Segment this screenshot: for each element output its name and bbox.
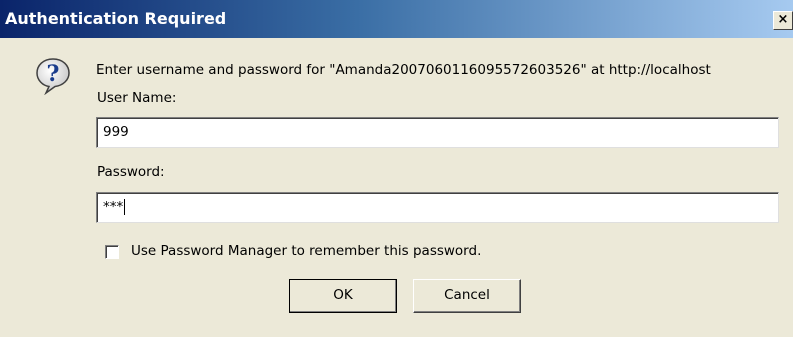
username-value: 999 (103, 124, 129, 140)
username-input[interactable]: 999 (96, 117, 779, 148)
username-label: User Name: (97, 90, 177, 106)
ok-button[interactable]: OK (289, 279, 397, 313)
close-icon: × (777, 12, 789, 27)
auth-prompt: Enter username and password for "Amanda2… (96, 62, 711, 78)
cancel-button[interactable]: Cancel (413, 279, 521, 313)
svg-text:?: ? (47, 61, 60, 87)
password-input[interactable]: *** (96, 192, 779, 223)
question-icon: ? (36, 58, 70, 95)
remember-password-label[interactable]: Use Password Manager to remember this pa… (131, 243, 481, 259)
title-bar[interactable]: Authentication Required × (0, 0, 793, 38)
password-label: Password: (97, 164, 165, 180)
close-button[interactable]: × (773, 11, 793, 30)
password-value: *** (103, 199, 124, 215)
auth-dialog: Authentication Required × ? Enter userna… (0, 0, 793, 337)
dialog-title: Authentication Required (5, 9, 227, 28)
text-caret (124, 199, 126, 215)
remember-password-checkbox[interactable] (105, 245, 119, 259)
